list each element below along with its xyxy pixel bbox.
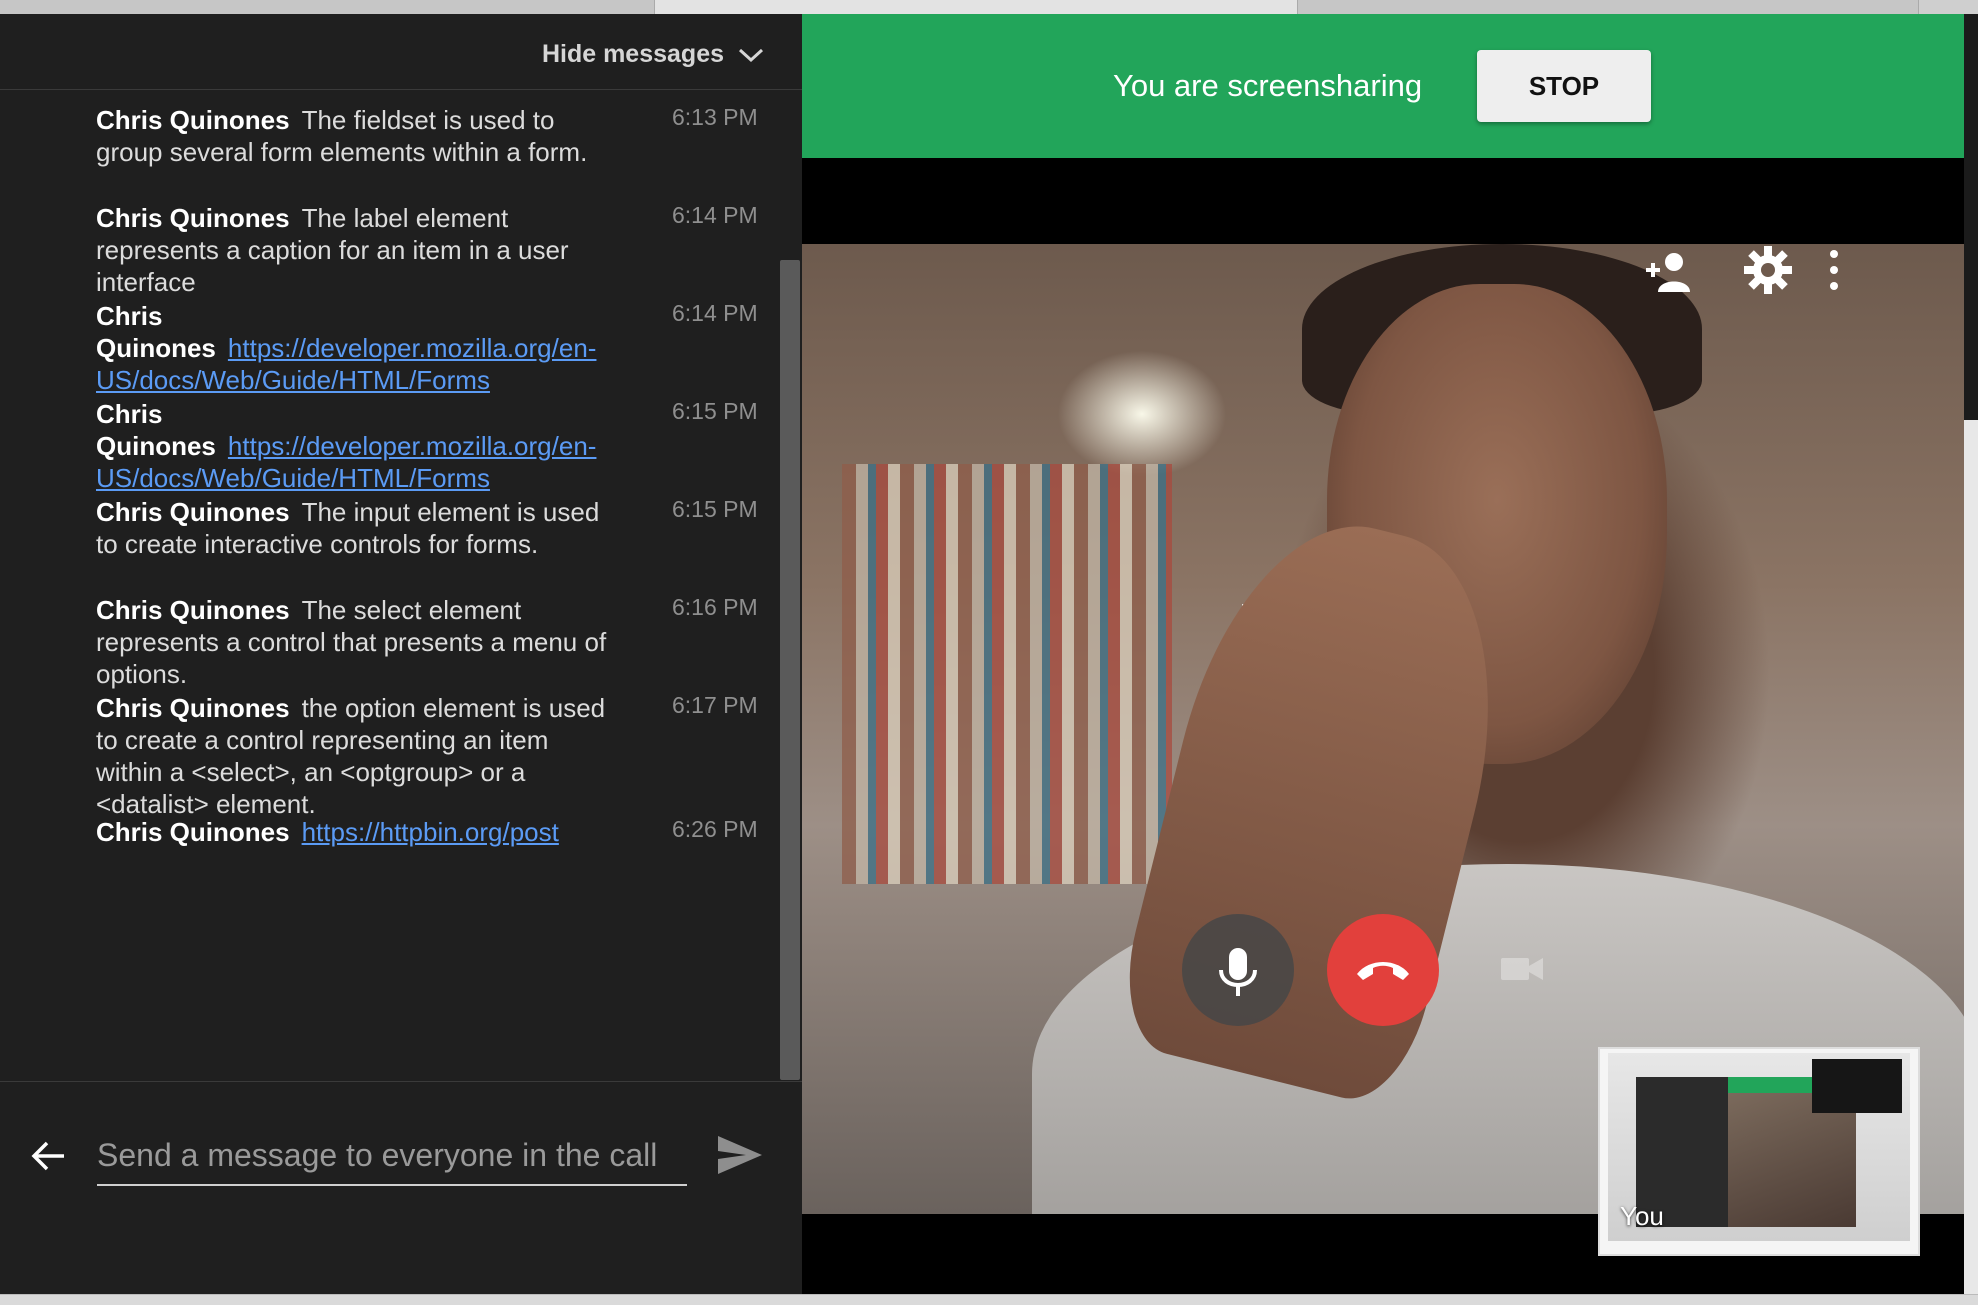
hide-messages-label: Hide messages	[541, 40, 724, 68]
message-sender: Chris Quinones	[96, 399, 216, 461]
self-preview-label: You	[1620, 1201, 1664, 1231]
hide-messages-button[interactable]: Hide messages	[542, 40, 764, 69]
chat-header: Hide messages	[0, 14, 802, 90]
chat-message: Chris Quinones The fieldset is used to gr…	[96, 104, 616, 168]
message-input[interactable]	[97, 1126, 687, 1186]
message-time: 6:26 PM	[672, 816, 758, 842]
hang-up-button[interactable]	[1327, 914, 1439, 1026]
more-vert-icon[interactable]	[1822, 246, 1846, 294]
chevron-down-icon	[738, 48, 764, 62]
message-sender: Chris Quinones	[96, 693, 290, 723]
gear-icon[interactable]	[1742, 244, 1794, 296]
message-sender: Chris Quinones	[96, 595, 290, 625]
message-list: Chris Quinones The fieldset is used to gr…	[0, 90, 778, 1080]
background-mural	[842, 464, 1172, 884]
video-area: You are screensharing STOP You	[802, 14, 1964, 1294]
stop-screenshare-button[interactable]: STOP	[1477, 50, 1651, 122]
browser-tab[interactable]	[1298, 0, 1919, 14]
chat-message: Chris Quinones https://developer.mozilla.…	[96, 398, 596, 494]
screenshare-status-text: You are screensharing	[1113, 68, 1423, 103]
background-window-edge	[1964, 420, 1978, 1294]
self-video-preview[interactable]: You	[1598, 1047, 1920, 1256]
message-time: 6:14 PM	[672, 202, 758, 228]
message-time: 6:15 PM	[672, 496, 758, 522]
microphone-icon	[1219, 948, 1257, 996]
chat-message: Chris Quinones https://httpbin.org/post	[96, 816, 616, 848]
scrollbar-thumb[interactable]	[780, 260, 800, 1080]
browser-tab[interactable]	[0, 0, 655, 14]
message-composer	[0, 1081, 802, 1295]
chat-panel: Hide messages Chris Quinones The fieldset…	[0, 14, 802, 1294]
chat-message: Chris Quinones https://developer.mozilla.…	[96, 300, 596, 396]
chat-message: Chris Quinones The select element represe…	[96, 594, 616, 690]
message-sender: Chris Quinones	[96, 105, 290, 135]
thumbnail-video	[1728, 1093, 1856, 1227]
mute-microphone-button[interactable]	[1182, 914, 1294, 1026]
camera-icon[interactable]	[1497, 944, 1547, 994]
arrow-left-icon[interactable]	[28, 1136, 68, 1176]
message-link[interactable]: https://httpbin.org/post	[302, 817, 559, 847]
message-time: 6:14 PM	[672, 300, 758, 326]
chat-message: Chris Quinones The label element represen…	[96, 202, 616, 298]
send-icon[interactable]	[716, 1132, 764, 1178]
message-time: 6:15 PM	[672, 398, 758, 424]
person-add-icon[interactable]	[1644, 250, 1696, 294]
browser-tab-strip	[0, 0, 1978, 15]
message-sender: Chris Quinones	[96, 203, 290, 233]
message-time: 6:17 PM	[672, 692, 758, 718]
message-sender: Chris Quinones	[96, 301, 216, 363]
message-time: 6:13 PM	[672, 104, 758, 130]
message-sender: Chris Quinones	[96, 817, 290, 847]
screenshare-banner: You are screensharing STOP	[802, 14, 1964, 158]
chat-message: Chris Quinones The input element is used …	[96, 496, 616, 560]
bottom-taskbar	[0, 1294, 1978, 1305]
browser-tab-active[interactable]	[655, 0, 1298, 14]
thumbnail-terminal	[1812, 1059, 1902, 1113]
hang-up-icon	[1357, 962, 1409, 980]
message-sender: Chris Quinones	[96, 497, 290, 527]
message-time: 6:16 PM	[672, 594, 758, 620]
chat-message: Chris Quinones the option element is used…	[96, 692, 616, 820]
